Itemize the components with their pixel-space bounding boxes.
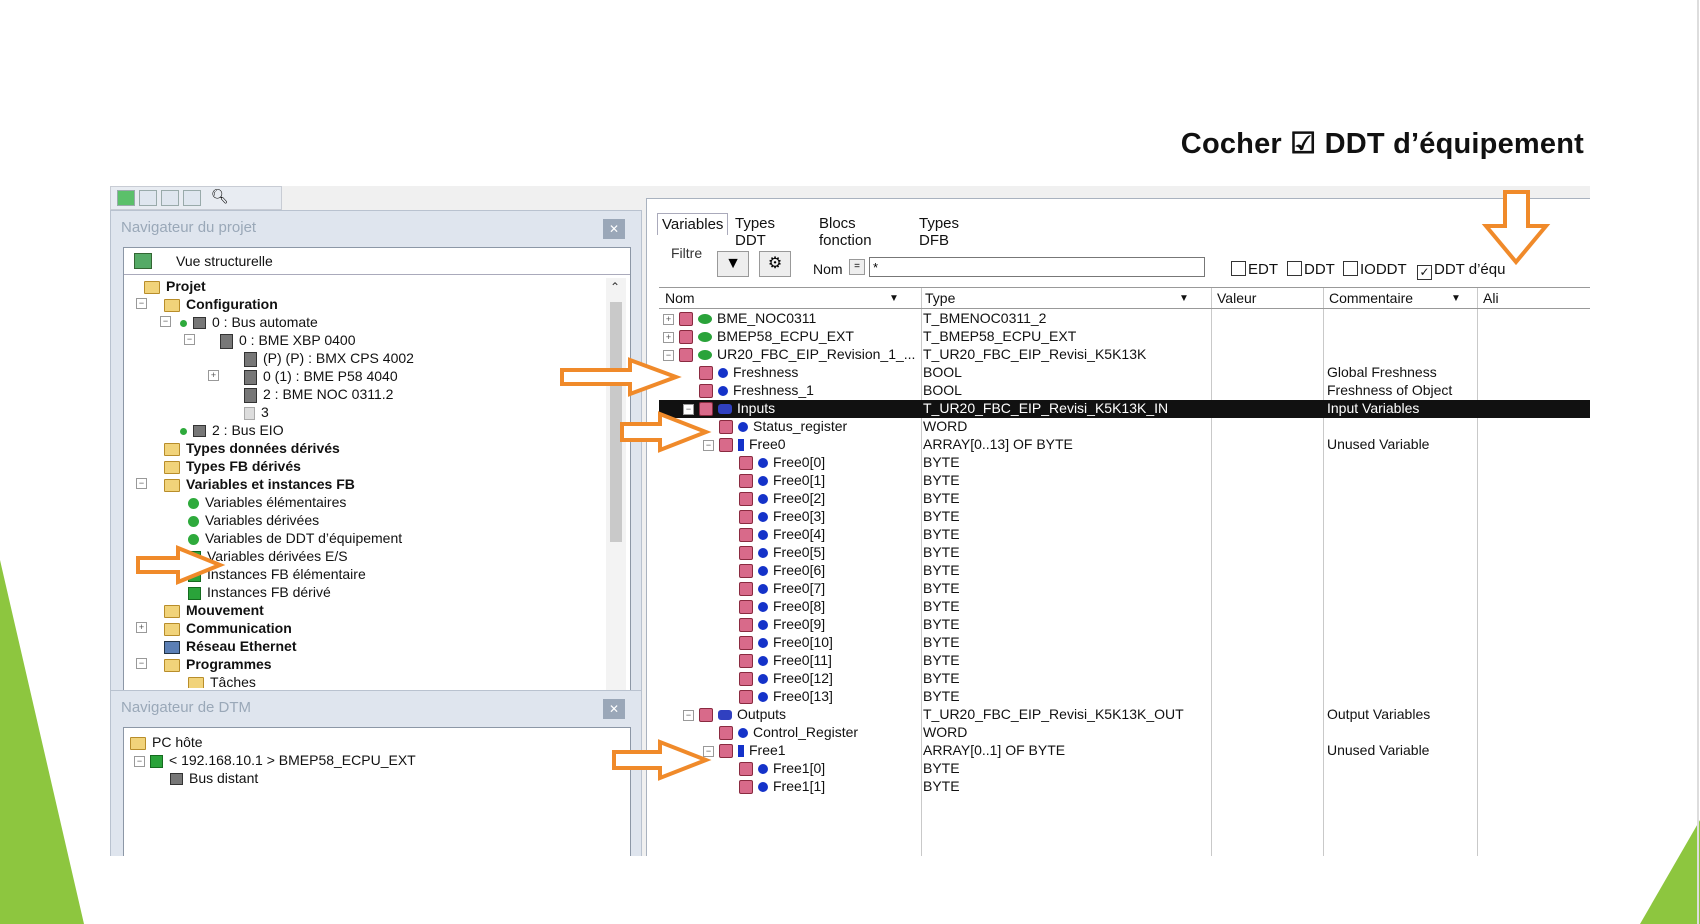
- arrow-device-ddt-variables-icon: [136, 545, 226, 585]
- arrow-checkbox-down-icon: [1481, 190, 1551, 266]
- arrow-inputs-icon: [620, 411, 712, 453]
- arrow-outputs-icon: [612, 739, 712, 781]
- annotation-arrows: [136, 190, 1551, 781]
- arrow-ur20-device-icon: [560, 357, 682, 397]
